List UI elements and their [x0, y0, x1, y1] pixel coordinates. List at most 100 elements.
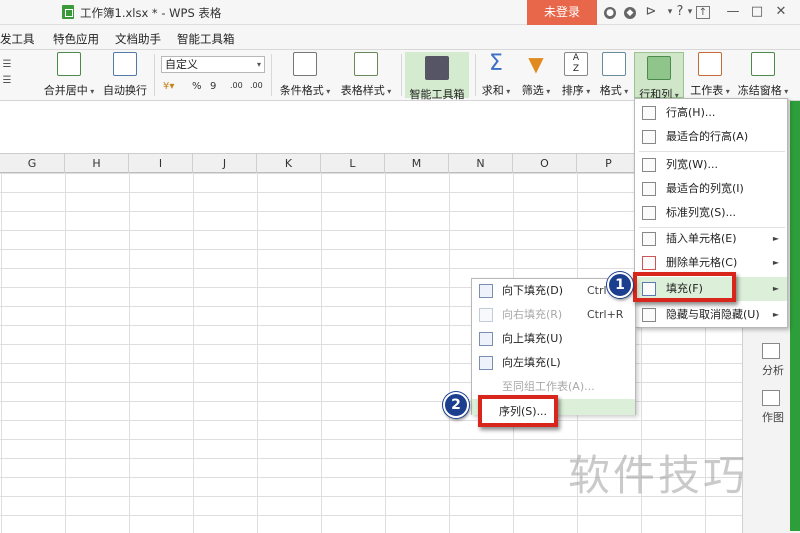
insert-cells-icon	[642, 232, 656, 246]
column-header[interactable]: J	[193, 154, 257, 173]
ribbon: ☰☰ 合并居中 自动换行 条件格式 表格样式 智能工具箱 Σ 求和 ▼ 筛选 A…	[0, 50, 800, 101]
filter-button[interactable]: ▼ 筛选	[518, 52, 554, 98]
column-header[interactable]: N	[449, 154, 513, 173]
menu-item-standard-width[interactable]: 标准列宽(S)...	[635, 201, 787, 225]
chevron-right-icon: ►	[772, 284, 779, 293]
menu-item-label: 最适合的行高(A)	[666, 130, 749, 143]
arrow-up-icon	[479, 332, 493, 346]
column-header[interactable]: G	[0, 154, 65, 173]
skin-icon[interactable]: ●	[604, 7, 616, 19]
row-col-icon	[647, 56, 671, 80]
menu-item-label: 向左填充(L)	[502, 356, 561, 369]
currency-icon[interactable]: ¥▾	[163, 81, 174, 92]
filter-icon: ▼	[528, 52, 544, 76]
menu-item-autofit-row[interactable]: 最适合的行高(A)	[635, 125, 787, 149]
highlight-box-fill	[633, 272, 736, 302]
divider	[154, 54, 155, 96]
maximize-icon[interactable]: □	[749, 4, 765, 20]
increase-decimal-button[interactable]: .00	[230, 81, 243, 90]
tab-special-apps[interactable]: 特色应用	[53, 31, 99, 47]
sort-button[interactable]: AZ 排序	[558, 52, 594, 98]
worksheet-icon	[698, 52, 722, 76]
tab-developer-tools[interactable]: 发工具	[0, 31, 35, 47]
toolbox-icon	[425, 56, 449, 80]
menu-item-fill-left[interactable]: 向左填充(L)	[472, 351, 635, 375]
autofit-column-icon	[642, 182, 656, 196]
sigma-icon: Σ	[489, 51, 503, 76]
upload-icon[interactable]: ↑	[696, 6, 710, 19]
menu-item-row-height[interactable]: 行高(H)...	[635, 101, 787, 125]
menu-item-autofit-column[interactable]: 最适合的列宽(I)	[635, 177, 787, 201]
highlight-box-series: 序列(S)...	[478, 395, 558, 427]
align-buttons[interactable]: ☰ ☰	[0, 52, 14, 98]
analyze-icon[interactable]	[762, 343, 780, 359]
menu-item-insert-cells[interactable]: 插入单元格(E) ►	[635, 227, 787, 251]
chevron-right-icon: ►	[772, 258, 779, 267]
column-header[interactable]: P	[577, 154, 641, 173]
align-icon: ☰ ☰	[2, 59, 12, 86]
chart-label[interactable]: 作图	[762, 409, 784, 425]
watermark: 软件技巧	[568, 451, 749, 500]
sort-icon: AZ	[564, 52, 588, 76]
login-button[interactable]: 未登录	[527, 0, 597, 25]
row-col-button[interactable]: 行和列	[634, 52, 684, 101]
sum-button[interactable]: Σ 求和	[480, 52, 512, 98]
column-header[interactable]: O	[513, 154, 577, 173]
close-icon[interactable]: ✕	[773, 4, 789, 20]
freeze-label: 冻结窗格	[736, 82, 790, 98]
format-icon	[602, 52, 626, 76]
menu-item-hide-unhide[interactable]: 隐藏与取消隐藏(U) ►	[635, 303, 787, 327]
column-header[interactable]: H	[65, 154, 129, 173]
conditional-format-button[interactable]: 条件格式	[277, 52, 333, 98]
menu-item-label: 最适合的列宽(I)	[666, 182, 744, 195]
tab-document-assistant[interactable]: 文档助手	[115, 31, 161, 47]
tab-smart-toolbox[interactable]: 智能工具箱	[177, 31, 235, 47]
percent-button[interactable]: %	[192, 81, 202, 92]
wrap-text-button[interactable]: 自动换行	[100, 52, 150, 98]
settings-icon[interactable]: ◆	[624, 7, 636, 19]
smart-toolbox-label: 智能工具箱	[409, 88, 465, 101]
menu-item-label: 列宽(W)...	[666, 158, 718, 171]
minimize-icon[interactable]: —	[725, 4, 741, 20]
menu-item-label: 至同组工作表(A)...	[502, 380, 595, 393]
worksheet-button[interactable]: 工作表	[688, 52, 732, 98]
chevron-right-icon: ►	[772, 234, 779, 243]
menu-item-column-width[interactable]: 列宽(W)...	[635, 153, 787, 177]
window-title: 工作簿1.xlsx * - WPS 表格	[80, 6, 222, 20]
table-style-button[interactable]: 表格样式	[337, 52, 395, 98]
column-width-icon	[642, 158, 656, 172]
worksheet-label: 工作表	[688, 82, 732, 98]
arrow-left-icon	[479, 356, 493, 370]
autofit-row-icon	[642, 130, 656, 144]
chevron-right-icon: ►	[772, 310, 779, 319]
wrap-text-icon	[113, 52, 137, 76]
title-bar: 工作簿1.xlsx * - WPS 表格 未登录 ● ◆ ⊳ ▾ ? ▾ ↑ —…	[0, 0, 800, 25]
divider	[401, 54, 402, 96]
share-icon[interactable]: ⊳	[643, 4, 659, 20]
column-header[interactable]: L	[321, 154, 385, 173]
analyze-label[interactable]: 分析	[762, 362, 784, 378]
format-label: 格式	[597, 82, 631, 98]
filter-label: 筛选	[518, 82, 554, 98]
side-panel-accent	[790, 101, 800, 531]
freeze-panes-button[interactable]: 冻结窗格	[736, 52, 790, 98]
number-format-select[interactable]: 自定义	[161, 56, 265, 73]
column-header[interactable]: I	[129, 154, 193, 173]
merge-center-label: 合并居中	[40, 82, 98, 98]
format-button[interactable]: 格式	[597, 52, 631, 98]
merge-icon	[57, 52, 81, 76]
thousands-button[interactable]: 9	[210, 81, 216, 92]
chart-icon[interactable]	[762, 390, 780, 406]
merge-center-button[interactable]: 合并居中	[40, 52, 98, 98]
shortcut-label: Ctrl+R	[587, 308, 624, 321]
decrease-decimal-button[interactable]: .00	[250, 81, 263, 90]
arrow-right-icon	[479, 308, 493, 322]
menu-item-label: 向上填充(U)	[502, 332, 563, 345]
step-badge-2: 2	[443, 392, 469, 418]
column-header[interactable]: M	[385, 154, 449, 173]
arrow-down-icon	[479, 284, 493, 298]
menu-item-fill-right[interactable]: 向右填充(R) Ctrl+R	[472, 303, 635, 327]
column-header[interactable]: K	[257, 154, 321, 173]
smart-toolbox-button[interactable]: 智能工具箱	[405, 52, 469, 101]
menu-item-fill-up[interactable]: 向上填充(U)	[472, 327, 635, 351]
